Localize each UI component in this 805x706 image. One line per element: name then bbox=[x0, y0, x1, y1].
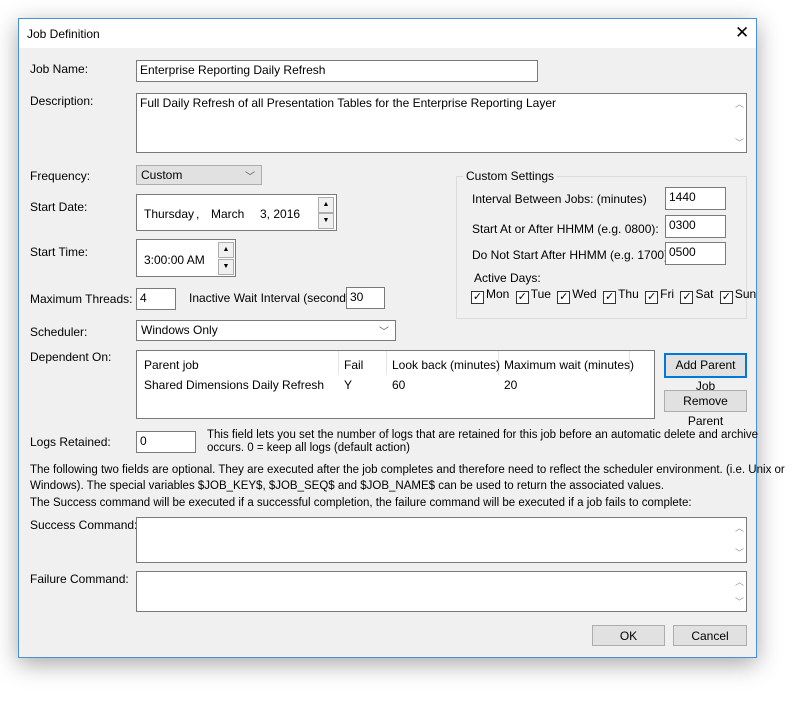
interval-input[interactable]: 1440 bbox=[665, 187, 726, 210]
table-cell[interactable]: Y bbox=[344, 378, 352, 392]
logs-help-line1: This field lets you set the number of lo… bbox=[207, 429, 759, 441]
job-name-input[interactable]: Enterprise Reporting Daily Refresh bbox=[136, 60, 538, 82]
frequency-select[interactable]: Custom ﹀ bbox=[136, 165, 262, 185]
spin-down-icon[interactable]: ▼ bbox=[218, 259, 234, 275]
ok-button[interactable]: OK bbox=[592, 625, 665, 646]
day-tue-checkbox[interactable]: ✓ Tue bbox=[515, 287, 551, 304]
dependent-on-label: Dependent On: bbox=[30, 350, 112, 364]
day-label: Sat bbox=[695, 287, 714, 301]
start-date-picker[interactable]: Thursday , March 3, 2016 ▲ ▼ bbox=[136, 194, 337, 231]
scroll-up-icon[interactable]: ︿ bbox=[735, 575, 744, 588]
close-icon[interactable]: ✕ bbox=[735, 23, 749, 43]
separator: , bbox=[196, 207, 200, 221]
custom-settings-group: Custom Settings Interval Between Jobs: (… bbox=[456, 169, 756, 319]
checkbox-checked-icon: ✓ bbox=[557, 291, 571, 304]
checkbox-checked-icon: ✓ bbox=[680, 291, 694, 304]
logs-help-line2: occurs. 0 = keep all logs (default actio… bbox=[207, 442, 410, 454]
failure-command-input[interactable]: ︿ ﹀ bbox=[136, 571, 747, 612]
column-header-fail[interactable]: Fail bbox=[344, 358, 363, 372]
day-label: Mon bbox=[486, 287, 510, 301]
scroll-down-icon[interactable]: ﹀ bbox=[735, 546, 744, 559]
weekday[interactable]: Thursday bbox=[144, 207, 194, 221]
checkbox-checked-icon: ✓ bbox=[471, 291, 484, 304]
chevron-down-icon: ﹀ bbox=[379, 327, 389, 338]
job-name-label: Job Name: bbox=[30, 62, 89, 76]
checkbox-checked-icon: ✓ bbox=[645, 291, 659, 304]
max-threads-input[interactable]: 4 bbox=[136, 288, 176, 310]
dialog-title: Job Definition bbox=[27, 27, 100, 41]
scroll-down-icon[interactable]: ﹀ bbox=[735, 595, 744, 608]
frequency-value: Custom bbox=[141, 168, 183, 182]
chevron-down-icon: ﹀ bbox=[245, 172, 255, 183]
success-command-input[interactable]: ︿ ﹀ bbox=[136, 517, 747, 563]
notes-line3: The Success command will be executed if … bbox=[30, 497, 692, 509]
failure-command-label: Failure Command: bbox=[30, 572, 129, 586]
day-mon-checkbox[interactable]: ✓ Mon bbox=[471, 287, 510, 304]
frequency-label: Frequency: bbox=[30, 169, 91, 183]
scheduler-select[interactable]: Windows Only ﹀ bbox=[136, 320, 396, 341]
day-label: Fri bbox=[660, 287, 675, 301]
spin-down-icon[interactable]: ▼ bbox=[318, 213, 334, 229]
active-days-label: Active Days: bbox=[474, 271, 541, 285]
day-year[interactable]: 3, 2016 bbox=[260, 207, 300, 221]
job-definition-dialog: Job Definition ✕ Job Name: Enterprise Re… bbox=[18, 18, 785, 658]
start-time-value: 3:00:00 AM bbox=[144, 253, 205, 267]
spin-up-icon[interactable]: ▲ bbox=[218, 242, 234, 258]
month[interactable]: March bbox=[211, 207, 244, 221]
add-parent-job-button[interactable]: Add Parent Job bbox=[664, 353, 747, 393]
scroll-up-icon[interactable]: ︿ bbox=[735, 521, 744, 534]
remove-parent-button[interactable]: Remove Parent bbox=[664, 390, 747, 428]
description-label: Description: bbox=[30, 94, 94, 108]
not-after-input[interactable]: 0500 bbox=[665, 242, 726, 265]
day-label: Thu bbox=[618, 287, 639, 301]
title-bar: Job Definition ✕ bbox=[19, 19, 756, 48]
start-time-picker[interactable]: 3:00:00 AM ▲ ▼ bbox=[136, 239, 236, 277]
logs-retained-input[interactable]: 0 bbox=[136, 431, 196, 453]
max-threads-label: Maximum Threads: bbox=[30, 292, 133, 306]
day-sun-checkbox[interactable]: ✓ Sun bbox=[719, 287, 757, 304]
checkbox-checked-icon: ✓ bbox=[603, 291, 617, 304]
day-label: Sun bbox=[734, 287, 757, 301]
column-divider[interactable] bbox=[338, 351, 339, 375]
table-cell[interactable]: Shared Dimensions Daily Refresh bbox=[144, 378, 324, 392]
start-date-label: Start Date: bbox=[30, 200, 88, 214]
logs-retained-label: Logs Retained: bbox=[30, 435, 111, 449]
column-divider[interactable] bbox=[386, 351, 387, 375]
inactive-wait-input[interactable]: 30 bbox=[346, 287, 385, 309]
cancel-button[interactable]: Cancel bbox=[673, 625, 747, 646]
start-after-label: Start At or After HHMM (e.g. 0800): bbox=[472, 222, 659, 236]
dependent-list[interactable]: Parent job Fail Look back (minutes) Maxi… bbox=[136, 350, 655, 419]
spin-up-icon[interactable]: ▲ bbox=[318, 197, 334, 213]
day-fri-checkbox[interactable]: ✓ Fri bbox=[645, 287, 675, 304]
inactive-wait-label: Inactive Wait Interval (seconds): bbox=[189, 291, 360, 305]
description-input[interactable]: Full Daily Refresh of all Presentation T… bbox=[136, 93, 747, 153]
day-label: Tue bbox=[530, 287, 551, 301]
custom-settings-legend: Custom Settings bbox=[463, 169, 558, 183]
table-cell[interactable]: 20 bbox=[504, 378, 517, 392]
column-header-lookback[interactable]: Look back (minutes) bbox=[392, 358, 500, 372]
notes-line1: The following two fields are optional. T… bbox=[30, 464, 785, 476]
day-wed-checkbox[interactable]: ✓ Wed bbox=[557, 287, 597, 304]
scroll-up-icon[interactable]: ︿ bbox=[735, 97, 744, 110]
description-text: Full Daily Refresh of all Presentation T… bbox=[140, 96, 556, 110]
not-after-label: Do Not Start After HHMM (e.g. 1700): bbox=[472, 248, 672, 262]
column-header-maxwait[interactable]: Maximum wait (minutes) bbox=[504, 358, 634, 372]
start-time-label: Start Time: bbox=[30, 245, 89, 259]
scheduler-value: Windows Only bbox=[141, 323, 218, 337]
active-days: ✓ Mon ✓ Tue ✓ Wed ✓ Thu ✓ Fri ✓ Sat ✓ Sun bbox=[471, 287, 759, 304]
success-command-label: Success Command: bbox=[30, 518, 138, 532]
column-header-parent[interactable]: Parent job bbox=[144, 358, 199, 372]
scheduler-label: Scheduler: bbox=[30, 325, 88, 339]
interval-label: Interval Between Jobs: (minutes) bbox=[472, 192, 647, 206]
start-after-input[interactable]: 0300 bbox=[665, 215, 726, 238]
checkbox-checked-icon: ✓ bbox=[719, 291, 733, 304]
table-cell[interactable]: 60 bbox=[392, 378, 405, 392]
day-thu-checkbox[interactable]: ✓ Thu bbox=[603, 287, 639, 304]
checkbox-checked-icon: ✓ bbox=[515, 291, 529, 304]
notes-line2: Windows). The special variables $JOB_KEY… bbox=[30, 480, 664, 492]
day-label: Wed bbox=[572, 287, 597, 301]
day-sat-checkbox[interactable]: ✓ Sat bbox=[680, 287, 714, 304]
scroll-down-icon[interactable]: ﹀ bbox=[735, 136, 744, 149]
